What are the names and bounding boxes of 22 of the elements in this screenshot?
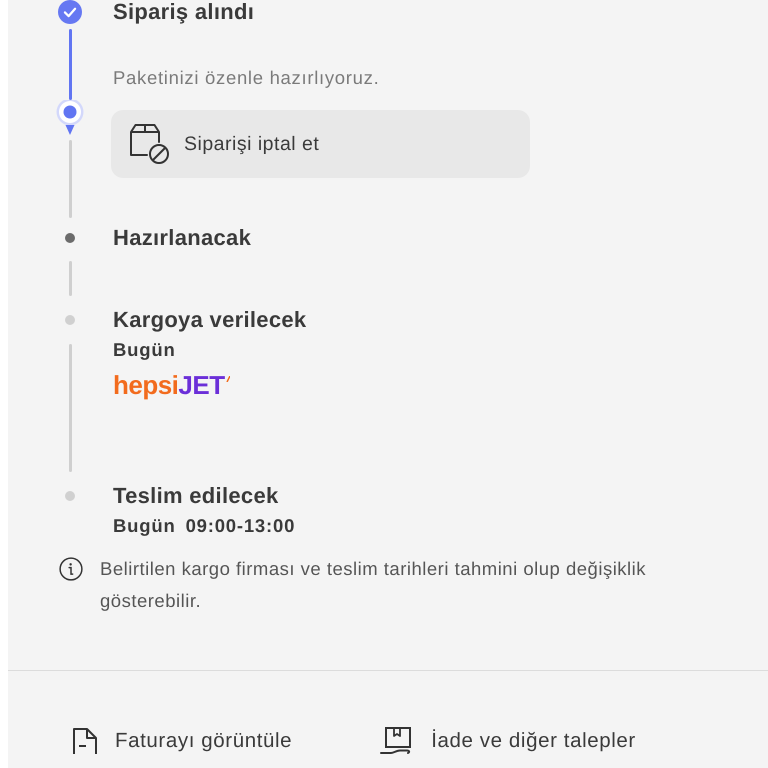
step-date: Bugün: [113, 515, 176, 536]
step-title: Kargoya verilecek: [113, 308, 308, 332]
step-dot-icon: [65, 315, 75, 325]
timeline-connector: [68, 261, 72, 296]
requests-button[interactable]: İade ve diğer talepler: [380, 727, 636, 755]
step-note: Paketinizi özenle hazırlıyoruz.: [113, 66, 380, 90]
box-cancel-icon: [127, 123, 171, 165]
step-dot-icon: [65, 233, 75, 243]
view-invoice-button[interactable]: Faturayı görüntüle: [72, 727, 292, 755]
current-step-marker-icon: [55, 100, 85, 136]
step-title: Teslim edilecek: [113, 484, 280, 508]
step-date: Bugün: [113, 339, 176, 360]
step-title: Hazırlanacak: [113, 226, 252, 250]
step-title: Sipariş alındı: [113, 0, 256, 24]
disclaimer-text: Belirtilen kargo firması ve teslim tarihleri tahmini olup değişiklik gösterebilir.: [100, 557, 648, 613]
cancel-order-button[interactable]: Siparişi iptal et: [111, 110, 530, 178]
step-time: 09:00-13:00: [186, 515, 296, 536]
step-dot-icon: [65, 491, 75, 501]
carrier-logo: hepsiJET: [113, 370, 230, 400]
timeline-connector: [68, 29, 72, 100]
info-icon: [59, 557, 83, 581]
document-icon: [72, 727, 98, 755]
